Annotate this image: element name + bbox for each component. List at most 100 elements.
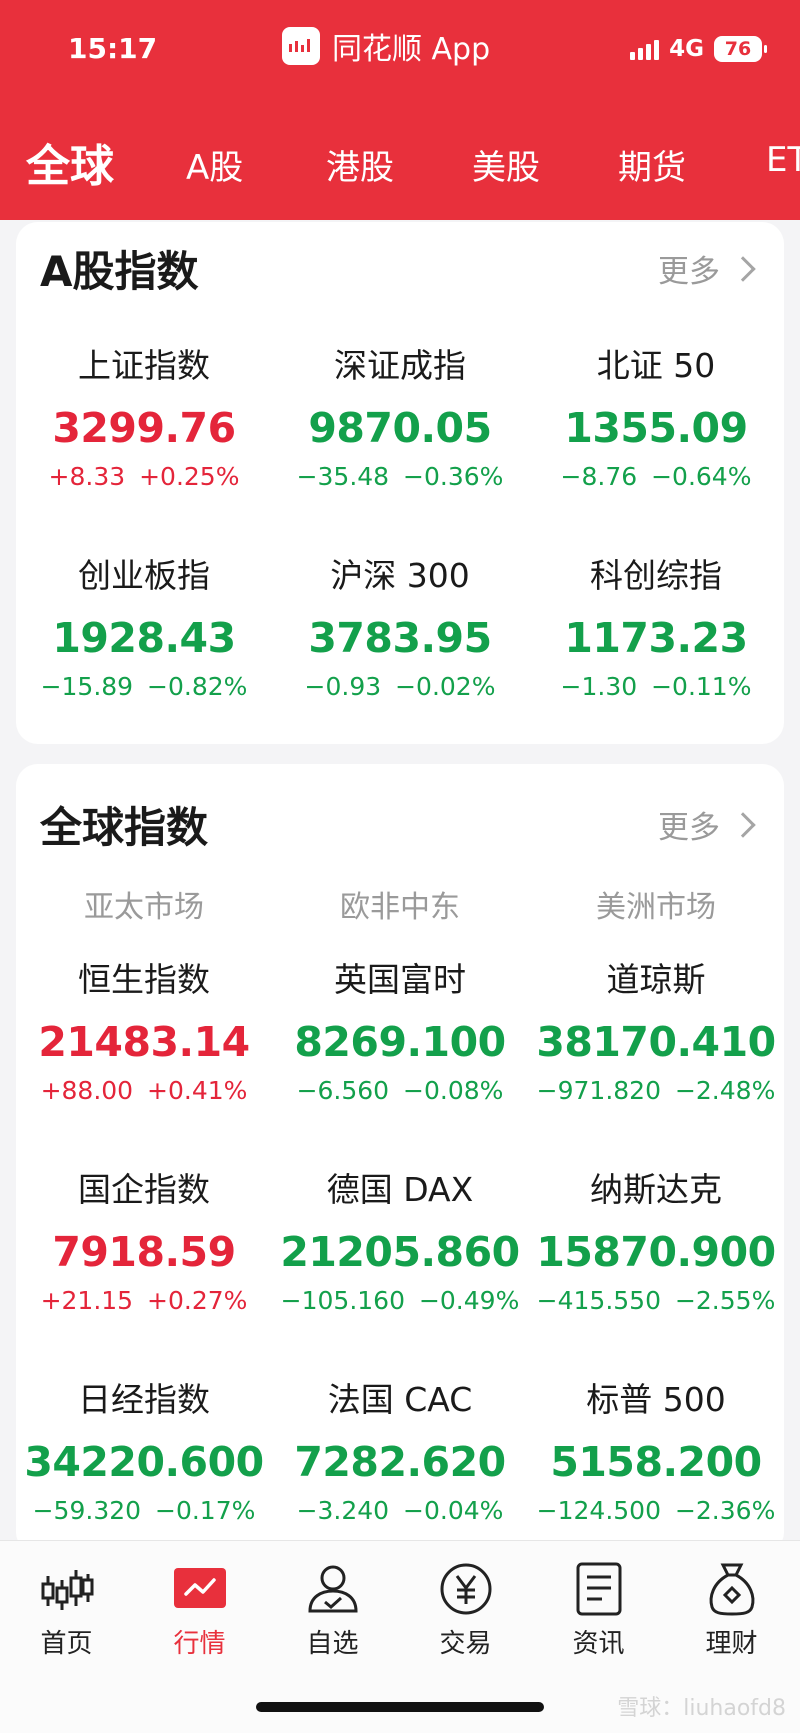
- index-tile[interactable]: 深证成指 9870.05 −35.48 −0.36%: [272, 346, 528, 494]
- index-value: 5158.200: [550, 1438, 762, 1486]
- nav-trade[interactable]: 交易: [399, 1561, 532, 1660]
- global-indices-card: 全球指数 更多 亚太市场 欧非中东 美洲市场 恒生指数 21483.14 +88…: [16, 764, 784, 1554]
- market-tabs: 全球 A股 港股 美股 期货 ET: [0, 130, 800, 190]
- index-name: 德国 DAX: [326, 1170, 474, 1209]
- signal-icon: [630, 38, 660, 60]
- index-tile[interactable]: 法国 CAC 7282.620 −3.240 −0.04%: [272, 1380, 528, 1528]
- money-bag-icon: [665, 1561, 798, 1617]
- index-change: −0.93 −0.02%: [304, 672, 496, 701]
- index-change: +8.33 +0.25%: [48, 462, 240, 491]
- index-name: 沪深 300: [330, 556, 470, 595]
- index-tile[interactable]: 纳斯达克 15870.900 −415.550 −2.55%: [528, 1170, 784, 1318]
- status-bar: 15:17 同花顺 App 4G 76: [0, 0, 800, 100]
- nav-watchlist[interactable]: 自选: [266, 1561, 399, 1660]
- index-tile[interactable]: 标普 500 5158.200 −124.500 −2.36%: [528, 1380, 784, 1528]
- index-change: −59.320 −0.17%: [32, 1496, 256, 1525]
- tab-futures[interactable]: 期货: [618, 140, 686, 189]
- index-name: 法国 CAC: [327, 1380, 473, 1419]
- more-label: 更多: [658, 254, 720, 290]
- tab-etf[interactable]: ET: [766, 140, 800, 180]
- watermark-text: 雪球：liuhaofd8: [617, 1696, 786, 1721]
- nav-market[interactable]: 行情: [133, 1561, 266, 1660]
- index-value: 21483.14: [38, 1018, 250, 1066]
- index-name: 科创综指: [590, 556, 722, 595]
- index-tile[interactable]: 国企指数 7918.59 +21.15 +0.27%: [16, 1170, 272, 1318]
- index-tile[interactable]: 创业板指 1928.43 −15.89 −0.82%: [16, 556, 272, 704]
- nav-label: 资讯: [572, 1629, 625, 1659]
- index-change: −415.550 −2.55%: [536, 1286, 776, 1315]
- index-tile[interactable]: 上证指数 3299.76 +8.33 +0.25%: [16, 346, 272, 494]
- tab-hk-shares[interactable]: 港股: [326, 140, 394, 189]
- document-icon: [532, 1561, 665, 1617]
- nav-home[interactable]: 首页: [0, 1561, 133, 1660]
- index-tile[interactable]: 日经指数 34220.600 −59.320 −0.17%: [16, 1380, 272, 1528]
- tab-a-shares[interactable]: A股: [186, 140, 243, 189]
- index-change: −15.89 −0.82%: [40, 672, 248, 701]
- index-name: 北证 50: [596, 346, 716, 385]
- status-indicators: 4G 76: [630, 36, 767, 62]
- index-change: −3.240 −0.04%: [296, 1496, 504, 1525]
- index-name: 创业板指: [78, 556, 210, 595]
- index-value: 7918.59: [52, 1228, 236, 1276]
- region-europe-africa-mideast[interactable]: 欧非中东: [272, 882, 528, 926]
- index-change: −8.76 −0.64%: [560, 462, 752, 491]
- index-change: +88.00 +0.41%: [40, 1076, 248, 1105]
- index-change: −971.820 −2.48%: [536, 1076, 776, 1105]
- market-chart-icon: [133, 1561, 266, 1617]
- chevron-right-icon: [730, 811, 756, 838]
- app-badge: 同花顺 App: [282, 24, 490, 68]
- index-change: −105.160 −0.49%: [280, 1286, 520, 1315]
- index-value: 7282.620: [294, 1438, 506, 1486]
- home-indicator[interactable]: [256, 1702, 544, 1712]
- tab-global[interactable]: 全球: [26, 130, 114, 190]
- index-value: 3299.76: [52, 404, 236, 452]
- index-value: 1355.09: [564, 404, 748, 452]
- index-name: 日经指数: [78, 1380, 210, 1419]
- index-change: −1.30 −0.11%: [560, 672, 752, 701]
- index-name: 英国富时: [334, 960, 466, 999]
- index-name: 道琼斯: [606, 960, 706, 999]
- index-value: 15870.900: [536, 1228, 776, 1276]
- nav-news[interactable]: 资讯: [532, 1561, 665, 1660]
- global-more-link[interactable]: 更多: [658, 802, 756, 847]
- a-share-title: A股指数: [40, 247, 199, 296]
- index-value: 9870.05: [308, 404, 492, 452]
- index-tile[interactable]: 恒生指数 21483.14 +88.00 +0.41%: [16, 960, 272, 1108]
- index-tile[interactable]: 德国 DAX 21205.860 −105.160 −0.49%: [272, 1170, 528, 1318]
- index-change: +21.15 +0.27%: [40, 1286, 248, 1315]
- user-check-icon: [266, 1561, 399, 1617]
- nav-label: 自选: [306, 1629, 359, 1659]
- nav-wealth[interactable]: 理财: [665, 1561, 798, 1660]
- a-share-more-link[interactable]: 更多: [658, 246, 756, 291]
- index-tile[interactable]: 沪深 300 3783.95 −0.93 −0.02%: [272, 556, 528, 704]
- index-change: −35.48 −0.36%: [296, 462, 504, 491]
- region-asia-pacific[interactable]: 亚太市场: [16, 882, 272, 926]
- more-label: 更多: [658, 810, 720, 846]
- index-change: −124.500 −2.36%: [536, 1496, 776, 1525]
- watermark: 雪球：liuhaofd8: [617, 1690, 786, 1722]
- index-tile[interactable]: 英国富时 8269.100 −6.560 −0.08%: [272, 960, 528, 1108]
- candlestick-icon: [0, 1561, 133, 1617]
- app-header: 15:17 同花顺 App 4G 76 全球 A股 港股 美股 期货 ET: [0, 0, 800, 220]
- index-value: 21205.860: [280, 1228, 520, 1276]
- battery-icon: 76: [714, 36, 767, 62]
- chevron-right-icon: [730, 255, 756, 282]
- index-name: 纳斯达克: [590, 1170, 722, 1209]
- nav-label: 交易: [439, 1629, 492, 1659]
- tab-us-shares[interactable]: 美股: [472, 140, 540, 189]
- global-title: 全球指数: [40, 803, 209, 852]
- index-value: 1173.23: [564, 614, 748, 662]
- nav-label: 理财: [705, 1629, 758, 1659]
- index-tile[interactable]: 道琼斯 38170.410 −971.820 −2.48%: [528, 960, 784, 1108]
- index-tile[interactable]: 科创综指 1173.23 −1.30 −0.11%: [528, 556, 784, 704]
- index-tile[interactable]: 北证 50 1355.09 −8.76 −0.64%: [528, 346, 784, 494]
- region-americas[interactable]: 美洲市场: [528, 882, 784, 926]
- network-type: 4G: [669, 36, 704, 62]
- index-value: 8269.100: [294, 1018, 506, 1066]
- index-name: 恒生指数: [78, 960, 210, 999]
- nav-label: 行情: [173, 1629, 226, 1659]
- yen-circle-icon: [399, 1561, 532, 1617]
- a-share-indices-card: A股指数 更多 上证指数 3299.76 +8.33 +0.25% 深证成指 9…: [16, 222, 784, 744]
- index-value: 38170.410: [536, 1018, 776, 1066]
- index-name: 深证成指: [334, 346, 466, 385]
